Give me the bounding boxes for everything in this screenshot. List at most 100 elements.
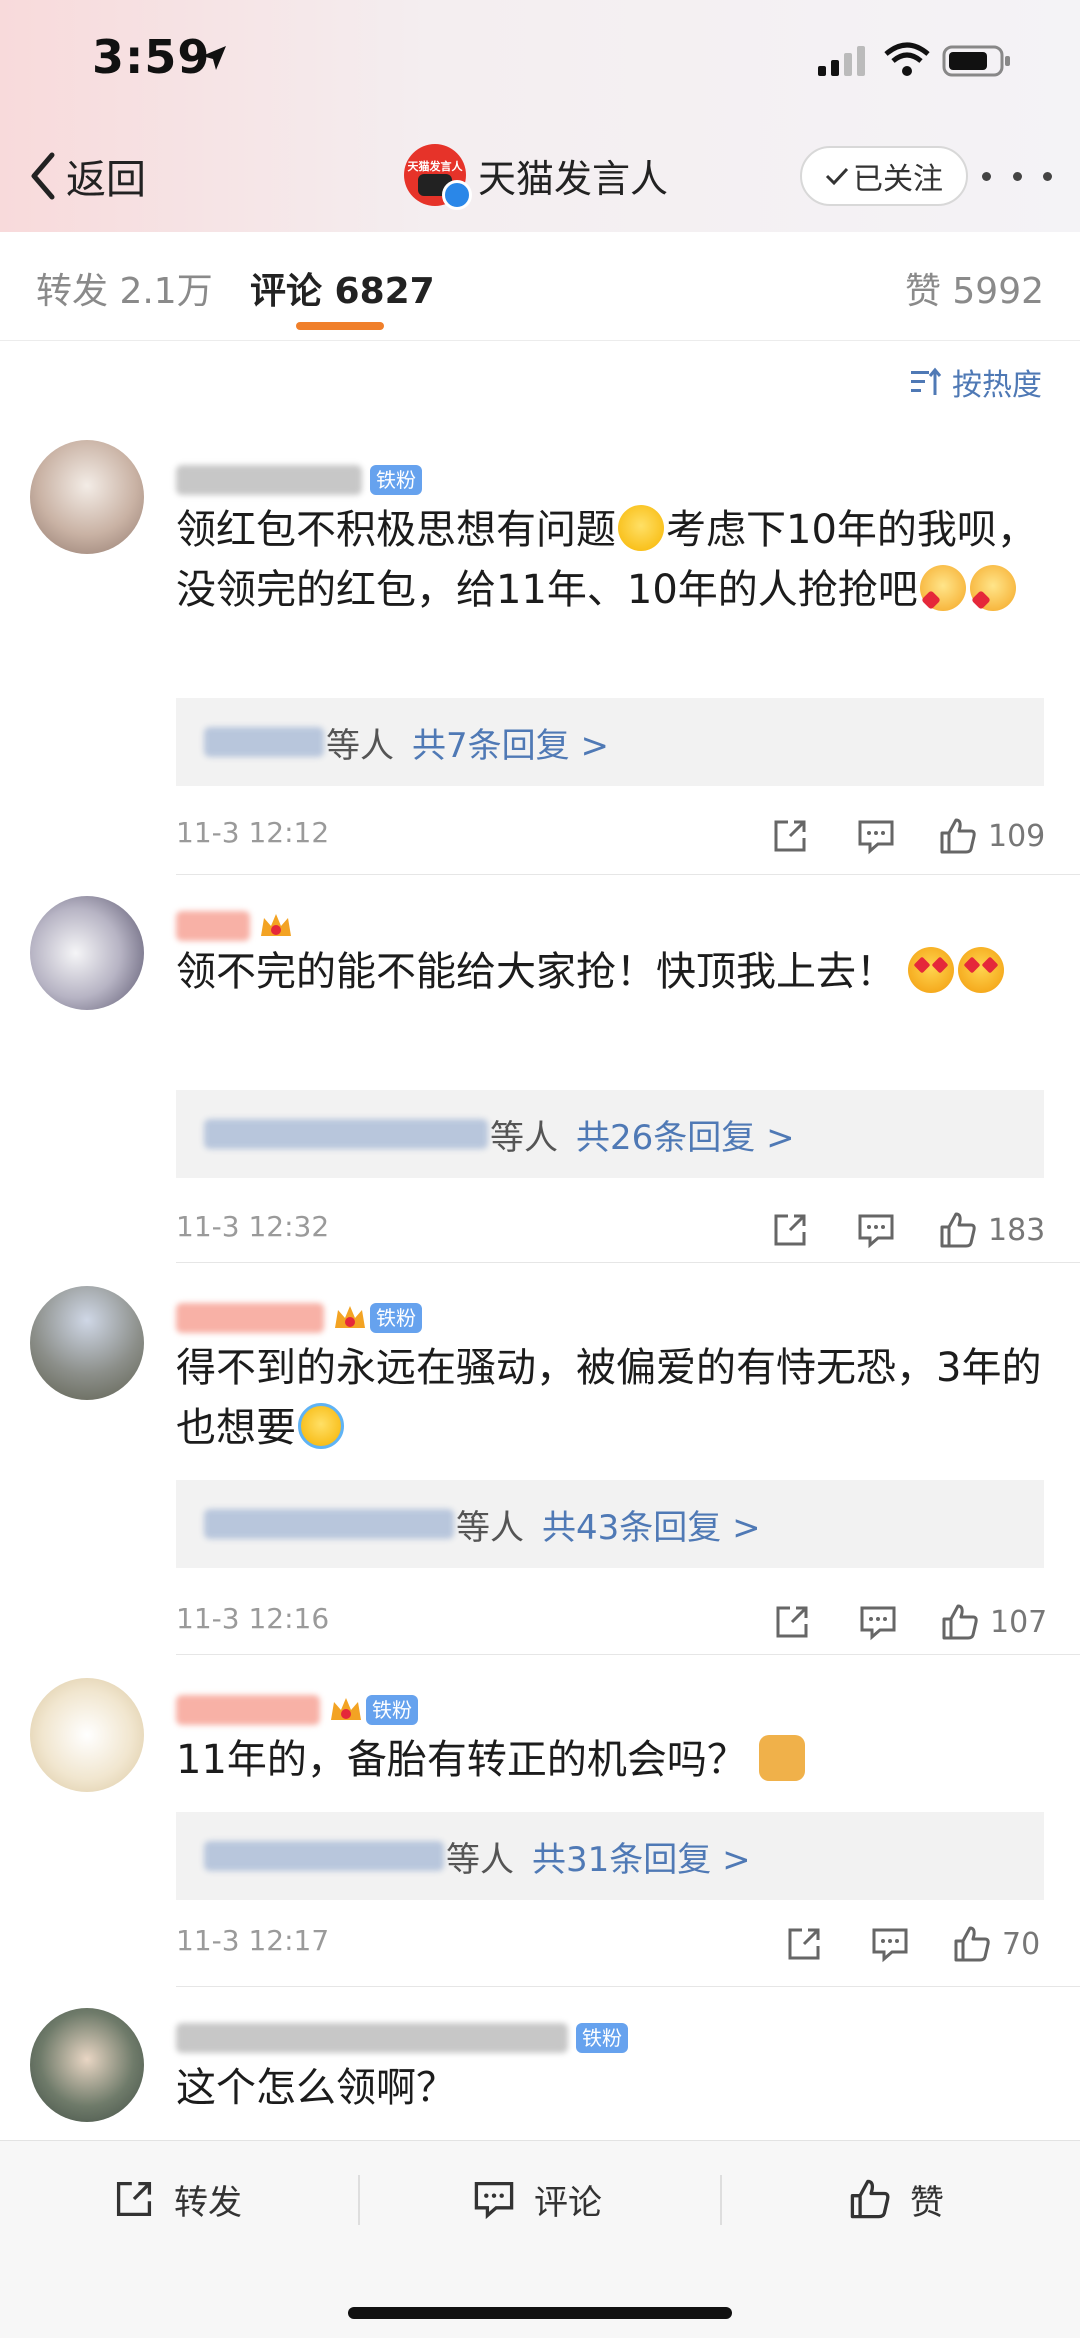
- reply-others-label: 等人: [456, 1507, 524, 1548]
- avatar[interactable]: [30, 896, 144, 1010]
- back-button[interactable]: 返回: [28, 146, 146, 206]
- crown-badge-icon: [261, 914, 291, 936]
- share-button[interactable]: [772, 1600, 812, 1644]
- comment-icon: [860, 1606, 896, 1641]
- comment-user[interactable]: 铁粉: [176, 1300, 422, 1336]
- like-button[interactable]: 183: [938, 1208, 1045, 1252]
- reply-count-link[interactable]: 共7条回复 >: [412, 718, 609, 767]
- username-blurred: [176, 465, 362, 495]
- reply-preview[interactable]: 等人 共31条回复 >: [176, 1812, 1044, 1900]
- share-button[interactable]: [784, 1922, 824, 1966]
- account-title[interactable]: 天猫发言人 天猫发言人: [404, 142, 668, 210]
- status-time: 3:59: [92, 30, 211, 84]
- like-button[interactable]: 70: [952, 1922, 1040, 1966]
- comment-footer: 11-3 12:16 107: [176, 1592, 1047, 1652]
- thumbs-up-icon: [942, 1604, 978, 1640]
- divider: [176, 1986, 1080, 1987]
- comment-icon: [872, 1928, 908, 1963]
- heart-eyes-emoji-icon: [958, 947, 1004, 993]
- blowing-kiss-emoji-icon: [969, 565, 1016, 611]
- status-bar: 3:59: [0, 0, 1080, 120]
- sort-row: 按热度: [0, 340, 1080, 420]
- crown-badge-icon: [331, 1698, 361, 1720]
- tab-bar: 转发 2.1万 评论 6827 赞 5992: [0, 232, 1080, 341]
- reply-button[interactable]: [858, 1600, 898, 1644]
- reply-count-link[interactable]: 共31条回复 >: [532, 1832, 751, 1881]
- fan-badge: 铁粉: [366, 1695, 418, 1725]
- account-avatar[interactable]: 天猫发言人: [404, 144, 472, 210]
- tab-comment[interactable]: 评论 6827: [250, 262, 435, 314]
- like-count: 183: [988, 1212, 1046, 1248]
- wifi-icon: [884, 42, 930, 76]
- reply-count-link[interactable]: 共26条回复 >: [576, 1110, 795, 1159]
- fan-badge: 铁粉: [576, 2023, 628, 2053]
- reply-others-label: 等人: [326, 725, 394, 766]
- share-button[interactable]: [770, 814, 810, 858]
- like-button[interactable]: 109: [938, 814, 1045, 858]
- more-dot-icon: [982, 171, 991, 181]
- avatar[interactable]: [30, 1286, 144, 1400]
- comment-timestamp: 11-3 12:17: [176, 1924, 330, 1957]
- share-icon: [774, 820, 806, 852]
- avatar[interactable]: [30, 1678, 144, 1792]
- reply-button[interactable]: [856, 1208, 896, 1252]
- comment-timestamp: 11-3 12:16: [176, 1602, 330, 1635]
- comment-user[interactable]: 铁粉: [176, 462, 422, 498]
- reply-others-label: 等人: [446, 1839, 514, 1880]
- divider: [176, 1654, 1080, 1655]
- reply-button[interactable]: [856, 814, 896, 858]
- reply-others-label: 等人: [490, 1117, 558, 1158]
- bottom-repost-button[interactable]: 转发: [112, 2169, 242, 2229]
- comment-footer: 11-3 12:17 70: [176, 1914, 1046, 1974]
- reply-preview[interactable]: 等人 共7条回复 >: [176, 698, 1044, 786]
- comment-text-part: 领不完的能不能给大家抢！快顶我上去！: [176, 949, 896, 995]
- comment-icon: [474, 2181, 514, 2220]
- divider: [176, 1262, 1080, 1263]
- comment-timestamp: 11-3 12:12: [176, 816, 330, 849]
- reply-preview[interactable]: 等人 共26条回复 >: [176, 1090, 1044, 1178]
- comment-text: 领红包不积极思想有问题 考虑下10年的我呗，没领完的红包，给11年、10年的人抢抢…: [176, 500, 1046, 620]
- tab-repost[interactable]: 转发 2.1万: [36, 262, 213, 314]
- heart-eyes-emoji-icon: [908, 947, 954, 993]
- bottom-comment-button[interactable]: 评论: [472, 2169, 602, 2229]
- bottom-like-label: 赞: [910, 2182, 944, 2223]
- more-dot-icon: [1012, 171, 1022, 181]
- home-indicator[interactable]: [348, 2307, 732, 2319]
- bottom-like-button[interactable]: 赞: [848, 2169, 944, 2229]
- username-blurred: [176, 2023, 568, 2053]
- comment-user[interactable]: 铁粉: [176, 2020, 628, 2056]
- comment-user[interactable]: [176, 908, 294, 944]
- tab-like[interactable]: 赞 5992: [905, 262, 1044, 314]
- reply-button[interactable]: [870, 1922, 910, 1966]
- avatar[interactable]: [30, 2008, 144, 2122]
- blowing-kiss-emoji-icon: [919, 565, 966, 611]
- thumbs-up-icon: [940, 1212, 976, 1248]
- reply-usernames-blurred: [204, 1509, 454, 1539]
- separator: [720, 2175, 722, 2225]
- like-count: 107: [990, 1604, 1048, 1640]
- divider: [176, 874, 1080, 875]
- share-icon: [776, 1606, 808, 1638]
- sort-by-hot-button[interactable]: 按热度: [910, 360, 1042, 404]
- more-options-button[interactable]: [982, 164, 1052, 188]
- share-button[interactable]: [770, 1208, 810, 1252]
- username-blurred: [176, 911, 250, 941]
- comment-text-part: 11年的，备胎有转正的机会吗？: [176, 1737, 747, 1783]
- avatar[interactable]: [30, 440, 144, 554]
- separator: [358, 2175, 360, 2225]
- comment-user[interactable]: 铁粉: [176, 1692, 418, 1728]
- sort-label: 按热度: [952, 368, 1042, 403]
- avatar-logo-text: 天猫发言人: [407, 160, 463, 173]
- like-button[interactable]: 107: [940, 1600, 1047, 1644]
- thumbs-up-icon: [850, 2179, 890, 2219]
- location-arrow-icon: [202, 46, 226, 70]
- reply-count-link[interactable]: 共43条回复 >: [542, 1500, 761, 1549]
- crying-face-emoji-icon: [298, 1403, 344, 1449]
- follow-button[interactable]: 已关注: [800, 146, 968, 206]
- cellular-signal-icon: [818, 46, 865, 76]
- chevron-left-icon: [31, 152, 55, 200]
- comment-text: 领不完的能不能给大家抢！快顶我上去！: [176, 942, 1046, 1002]
- laugh-cry-emoji-icon: [618, 505, 664, 551]
- reply-preview[interactable]: 等人 共43条回复 >: [176, 1480, 1044, 1568]
- comment-timestamp: 11-3 12:32: [176, 1210, 330, 1243]
